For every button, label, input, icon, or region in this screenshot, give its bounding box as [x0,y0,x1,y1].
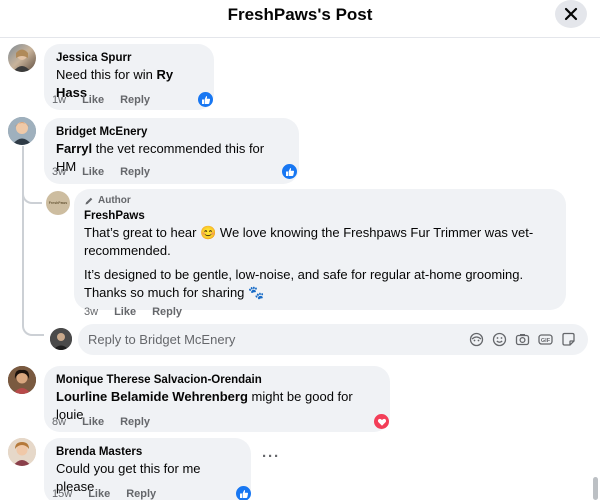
scrollbar[interactable] [593,477,598,500]
sticker-icon[interactable] [561,332,576,347]
avatar-sticker-icon[interactable] [469,332,484,347]
thread-line [22,286,44,336]
page-title: FreshPaws's Post [227,5,373,24]
current-user-avatar[interactable] [50,328,72,350]
comment-author[interactable]: Brenda Masters [56,445,239,460]
post-header: FreshPaws's Post [0,0,600,38]
avatar[interactable] [8,438,36,466]
freshpaws-avatar[interactable]: FreshPaws [46,191,70,215]
heart-icon [377,418,386,426]
thumbs-up-icon [285,167,294,176]
thread-line [22,146,42,204]
like-reaction[interactable] [198,92,213,107]
reply-button[interactable]: Reply [120,416,150,428]
comment-author[interactable]: Bridget McEnery [56,125,287,140]
smile-emoji: 😊 [200,225,217,240]
close-icon [564,7,578,21]
like-reaction[interactable] [282,164,297,179]
comment-actions: 3w Like Reply [84,306,182,318]
comment-text: That’s great to hear 😊 We love knowing t… [84,225,534,258]
comment-actions: 8w Like Reply [52,416,150,428]
paw-emoji: 🐾 [248,285,265,300]
mention-link[interactable]: Lourline Belamide Wehrenberg [56,389,248,404]
reply-button[interactable]: Reply [120,94,150,106]
comment-text: It’s designed to be gentle, low-noise, a… [84,267,524,300]
timestamp[interactable]: 1w [52,94,66,106]
camera-icon[interactable] [515,332,530,347]
comment-author[interactable]: FreshPaws [84,209,556,224]
love-reaction[interactable] [374,414,389,429]
emoji-icon[interactable] [492,332,507,347]
like-button[interactable]: Like [82,416,104,428]
comment-actions: 15w Like Reply [52,488,156,500]
reply-button[interactable]: Reply [120,166,150,178]
reply-input[interactable]: Reply to Bridget McEnery GIF [78,324,588,355]
mention-link[interactable]: Farryl [56,141,92,156]
avatar[interactable] [8,366,36,394]
reply-button[interactable]: Reply [152,306,182,318]
avatar[interactable] [8,117,36,145]
timestamp[interactable]: 8w [52,416,66,428]
more-options-button[interactable]: ··· [262,448,280,465]
close-button[interactable] [555,0,587,28]
svg-text:GIF: GIF [541,338,551,344]
thumbs-up-icon [239,489,248,498]
like-button[interactable]: Like [82,94,104,106]
timestamp[interactable]: 15w [52,488,72,500]
like-button[interactable]: Like [114,306,136,318]
like-button[interactable]: Like [82,166,104,178]
comment-actions: 1w Like Reply [52,94,150,106]
input-toolbar: GIF [469,332,588,347]
gif-icon[interactable]: GIF [538,332,553,347]
comment-author[interactable]: Jessica Spurr [56,51,202,66]
comment-author[interactable]: Monique Therese Salvacion-Orendain [56,373,378,388]
thumbs-up-icon [201,95,210,104]
avatar[interactable] [8,44,36,72]
like-reaction[interactable] [236,486,251,500]
freshpaws-logo-text: FreshPaws [48,201,68,205]
author-badge: Author [84,194,556,207]
author-reply-bubble: Author FreshPaws That’s great to hear 😊 … [74,189,566,310]
comment-actions: 3w Like Reply [52,166,150,178]
like-button[interactable]: Like [88,488,110,500]
timestamp[interactable]: 3w [84,306,98,318]
timestamp[interactable]: 3w [52,166,66,178]
reply-button[interactable]: Reply [126,488,156,500]
pencil-icon [85,197,93,204]
reply-placeholder: Reply to Bridget McEnery [88,332,236,347]
